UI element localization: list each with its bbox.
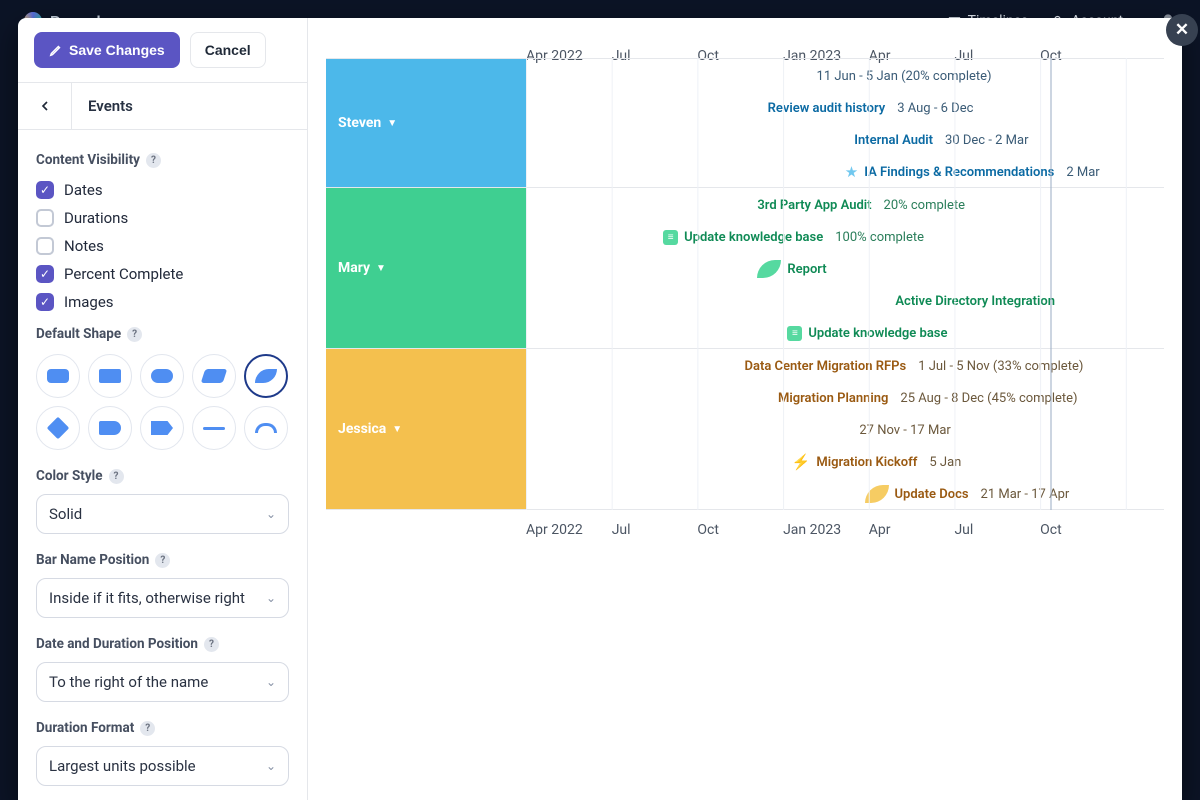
axis-tick: Jul [612,522,698,538]
checkbox-icon [36,237,54,255]
axis-tick: Oct [697,522,783,538]
shape-preview-icon [201,369,228,383]
checkbox-label: Durations [64,209,128,227]
help-icon[interactable]: ? [140,721,155,736]
chevron-down-icon: ⌄ [266,759,276,773]
help-icon[interactable]: ? [127,327,142,342]
date-duration-position-select[interactable]: To the right of the name⌄ [36,662,289,702]
duration-format-label: Duration Format ? [36,720,289,736]
shape-preview-icon [151,421,173,435]
shape-preview-icon [99,421,121,435]
lane-header[interactable]: Steven ▼ [326,59,526,187]
shape-option[interactable] [36,354,80,398]
shape-preview-icon [47,369,69,383]
duration-format-select[interactable]: Largest units possible⌄ [36,746,289,786]
help-icon[interactable]: ? [204,637,219,652]
axis-tick: Apr [869,522,955,538]
panel-title: Events [72,83,149,129]
shape-option[interactable] [88,406,132,450]
color-style-select[interactable]: Solid⌄ [36,494,289,534]
visibility-checkbox[interactable]: Notes [36,232,289,260]
shape-option[interactable] [140,406,184,450]
checkbox-icon [36,209,54,227]
help-icon[interactable]: ? [109,469,124,484]
lane-name: Jessica [338,421,386,437]
shape-preview-icon [255,423,277,433]
bar-name-position-select[interactable]: Inside if it fits, otherwise right⌄ [36,578,289,618]
visibility-checkbox[interactable]: Durations [36,204,289,232]
pencil-icon [49,43,63,57]
visibility-checkbox[interactable]: ✓ Dates [36,176,289,204]
lane-header[interactable]: Jessica ▼ [326,349,526,509]
today-marker [1050,58,1052,510]
axis-tick: Oct [1040,522,1126,538]
chevron-down-icon: ⌄ [266,507,276,521]
shape-preview-icon [47,417,70,440]
checkbox-icon: ✓ [36,293,54,311]
close-modal-button[interactable]: ✕ [1166,14,1198,46]
visibility-checkbox[interactable]: ✓ Percent Complete [36,260,289,288]
chevron-down-icon: ▼ [376,263,386,274]
date-duration-position-label: Date and Duration Position ? [36,636,289,652]
axis-tick: Apr 2022 [526,522,612,538]
back-button[interactable] [18,83,72,129]
chevron-down-icon: ⌄ [266,675,276,689]
visibility-checkbox[interactable]: ✓ Images [36,288,289,316]
shape-option[interactable] [244,354,288,398]
chevron-down-icon: ⌄ [266,591,276,605]
shape-option[interactable] [88,354,132,398]
shape-option[interactable] [192,354,236,398]
lane-name: Steven [338,115,381,131]
shape-option[interactable] [140,354,184,398]
chevron-down-icon: ▼ [387,118,397,129]
help-icon[interactable]: ? [155,553,170,568]
lane-name: Mary [338,260,370,276]
lane-header[interactable]: Mary ▼ [326,188,526,348]
save-button[interactable]: Save Changes [34,32,180,68]
chevron-left-icon [37,98,53,114]
checkbox-label: Percent Complete [64,265,183,283]
help-icon[interactable]: ? [146,153,161,168]
bar-name-position-label: Bar Name Position ? [36,552,289,568]
cancel-button[interactable]: Cancel [190,32,266,68]
chevron-down-icon: ▼ [392,424,402,435]
shape-preview-icon [99,369,121,383]
axis-tick: Jan 2023 [783,522,869,538]
color-style-label: Color Style ? [36,468,289,484]
shape-option[interactable] [192,406,236,450]
shape-option[interactable] [36,406,80,450]
grid-lines [526,58,1164,510]
content-visibility-label: Content Visibility ? [36,152,289,168]
axis-tick: Jul [954,522,1040,538]
shape-preview-icon [203,427,225,430]
checkbox-label: Images [64,293,114,311]
shape-preview-icon [255,369,277,383]
shape-preview-icon [151,369,173,383]
checkbox-label: Dates [64,181,103,199]
default-shape-label: Default Shape ? [36,326,289,342]
checkbox-label: Notes [64,237,104,255]
checkbox-icon: ✓ [36,265,54,283]
shape-option[interactable] [244,406,288,450]
checkbox-icon: ✓ [36,181,54,199]
